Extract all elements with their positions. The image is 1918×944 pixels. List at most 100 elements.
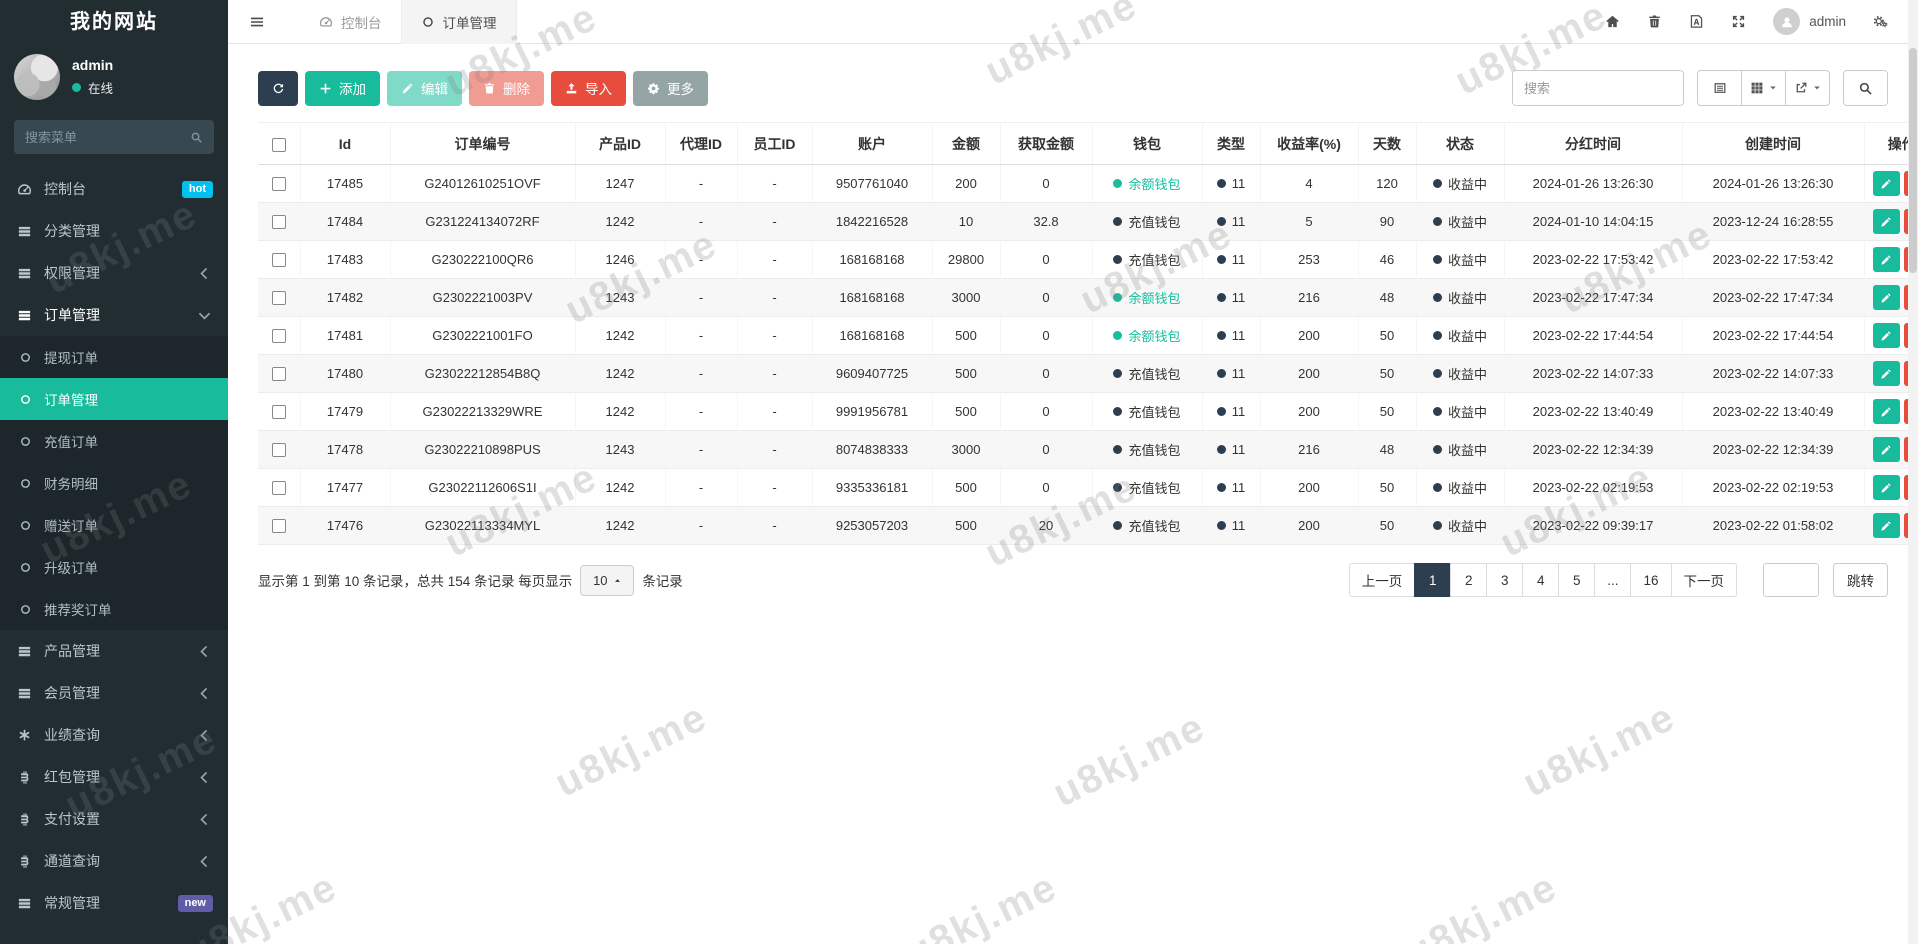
- cell-amount: 500: [932, 393, 1000, 431]
- row-edit-button[interactable]: [1873, 399, 1900, 424]
- expand-icon[interactable]: [1731, 14, 1746, 29]
- sidebar-item-业绩查询[interactable]: 业绩查询: [0, 714, 228, 756]
- sidebar-subitem-财务明细[interactable]: 财务明细: [0, 462, 228, 504]
- row-edit-button[interactable]: [1873, 437, 1900, 462]
- export-button[interactable]: [1785, 70, 1830, 106]
- cell-days: 50: [1358, 355, 1416, 393]
- row-checkbox[interactable]: [272, 215, 286, 229]
- page-button-3[interactable]: 3: [1486, 563, 1523, 597]
- page-button-1[interactable]: 1: [1414, 563, 1451, 597]
- row-edit-button[interactable]: [1873, 285, 1900, 310]
- row-edit-button[interactable]: [1873, 171, 1900, 196]
- select-all-checkbox[interactable]: [272, 138, 286, 152]
- row-checkbox[interactable]: [272, 177, 286, 191]
- sidebar-item-控制台[interactable]: 控制台hot: [0, 168, 228, 210]
- type-label: 11: [1232, 328, 1246, 343]
- row-edit-button[interactable]: [1873, 323, 1900, 348]
- user-avatar[interactable]: [14, 54, 60, 100]
- sidebar-subitem-订单管理[interactable]: 订单管理: [0, 378, 228, 420]
- edit-button[interactable]: 编辑: [387, 71, 462, 106]
- import-button[interactable]: 导入: [551, 71, 626, 106]
- tab-订单管理[interactable]: 订单管理: [401, 0, 517, 44]
- row-edit-button[interactable]: [1873, 513, 1900, 538]
- page-button-4[interactable]: 4: [1522, 563, 1559, 597]
- cell-account: 9507761040: [812, 165, 932, 203]
- more-button[interactable]: 更多: [633, 71, 708, 106]
- page-button-2[interactable]: 2: [1450, 563, 1487, 597]
- bitcoin-icon: [15, 854, 33, 869]
- row-checkbox[interactable]: [272, 367, 286, 381]
- type-badge: 11: [1217, 328, 1246, 343]
- status-label: 收益中: [1448, 440, 1487, 459]
- row-checkbox-cell: [258, 165, 300, 203]
- row-checkbox[interactable]: [272, 443, 286, 457]
- page-button-...[interactable]: ...: [1594, 563, 1631, 597]
- sidebar-item-会员管理[interactable]: 会员管理: [0, 672, 228, 714]
- row-checkbox[interactable]: [272, 329, 286, 343]
- table-search-input[interactable]: [1512, 70, 1684, 106]
- tab-控制台[interactable]: 控制台: [300, 0, 401, 44]
- prev-page-button[interactable]: 上一页: [1349, 563, 1416, 597]
- page-size-dropdown[interactable]: 10: [580, 565, 634, 596]
- circle-icon: [17, 519, 33, 532]
- hamburger-icon[interactable]: [228, 14, 286, 30]
- wallet-badge: 余额钱包: [1113, 326, 1180, 345]
- sidebar-subitem-升级订单[interactable]: 升级订单: [0, 546, 228, 588]
- sidebar-search-input[interactable]: [25, 130, 175, 145]
- row-edit-button[interactable]: [1873, 475, 1900, 500]
- detail-view-button[interactable]: [1697, 70, 1742, 106]
- sidebar-subitem-label: 推荐奖订单: [44, 599, 112, 619]
- sidebar-subitem-充值订单[interactable]: 充值订单: [0, 420, 228, 462]
- row-edit-button[interactable]: [1873, 247, 1900, 272]
- columns-view-button[interactable]: [1741, 70, 1786, 106]
- status-badge: 收益中: [1433, 402, 1487, 421]
- trash-icon[interactable]: [1647, 14, 1662, 29]
- topbar-user[interactable]: admin: [1773, 8, 1846, 35]
- row-checkbox[interactable]: [272, 291, 286, 305]
- sidebar-subitem-推荐奖订单[interactable]: 推荐奖订单: [0, 588, 228, 630]
- refresh-button[interactable]: [258, 71, 298, 106]
- next-page-button[interactable]: 下一页: [1671, 563, 1738, 597]
- page-button-16[interactable]: 16: [1630, 563, 1671, 597]
- delete-button[interactable]: 删除: [469, 71, 544, 106]
- type-label: 11: [1232, 176, 1246, 191]
- row-edit-button[interactable]: [1873, 361, 1900, 386]
- sidebar-item-订单管理[interactable]: 订单管理: [0, 294, 228, 336]
- sidebar-item-权限管理[interactable]: 权限管理: [0, 252, 228, 294]
- row-edit-button[interactable]: [1873, 209, 1900, 234]
- scrollbar-thumb[interactable]: [1909, 48, 1917, 273]
- sidebar-item-分类管理[interactable]: 分类管理: [0, 210, 228, 252]
- jump-button[interactable]: 跳转: [1833, 563, 1888, 597]
- sidebar-item-产品管理[interactable]: 产品管理: [0, 630, 228, 672]
- cell-agent_id: -: [665, 279, 737, 317]
- row-checkbox[interactable]: [272, 481, 286, 495]
- sidebar-item-支付设置[interactable]: 支付设置: [0, 798, 228, 840]
- cell-created_time: 2023-02-22 14:07:33: [1682, 355, 1864, 393]
- row-checkbox[interactable]: [272, 405, 286, 419]
- row-checkbox[interactable]: [272, 519, 286, 533]
- sidebar-subitem-赠送订单[interactable]: 赠送订单: [0, 504, 228, 546]
- cell-rate: 5: [1260, 203, 1358, 241]
- home-icon[interactable]: [1605, 14, 1620, 29]
- jump-page-input[interactable]: [1763, 563, 1819, 597]
- cell-order_no: G2302221001FO: [390, 317, 575, 355]
- sidebar-item-label: 通道查询: [44, 851, 100, 871]
- table-search-button[interactable]: [1843, 70, 1888, 106]
- sidebar-item-通道查询[interactable]: 通道查询: [0, 840, 228, 882]
- gears-icon[interactable]: [1873, 14, 1888, 29]
- sidebar-item-红包管理[interactable]: 红包管理: [0, 756, 228, 798]
- add-button[interactable]: 添加: [305, 71, 380, 106]
- scrollbar[interactable]: [1908, 0, 1918, 944]
- sidebar-item-常规管理[interactable]: 常规管理new: [0, 882, 228, 924]
- sidebar-subitem-提现订单[interactable]: 提现订单: [0, 336, 228, 378]
- cell-created_time: 2023-02-22 02:19:53: [1682, 469, 1864, 507]
- cell-rate: 216: [1260, 279, 1358, 317]
- row-checkbox[interactable]: [272, 253, 286, 267]
- cell-product_id: 1242: [575, 393, 665, 431]
- cell-staff_id: -: [737, 507, 812, 545]
- translate-icon[interactable]: [1689, 14, 1704, 29]
- dashboard-icon: [15, 182, 33, 197]
- page-button-5[interactable]: 5: [1558, 563, 1595, 597]
- search-icon[interactable]: [190, 131, 203, 144]
- cell-dividend_time: 2023-02-22 13:40:49: [1504, 393, 1682, 431]
